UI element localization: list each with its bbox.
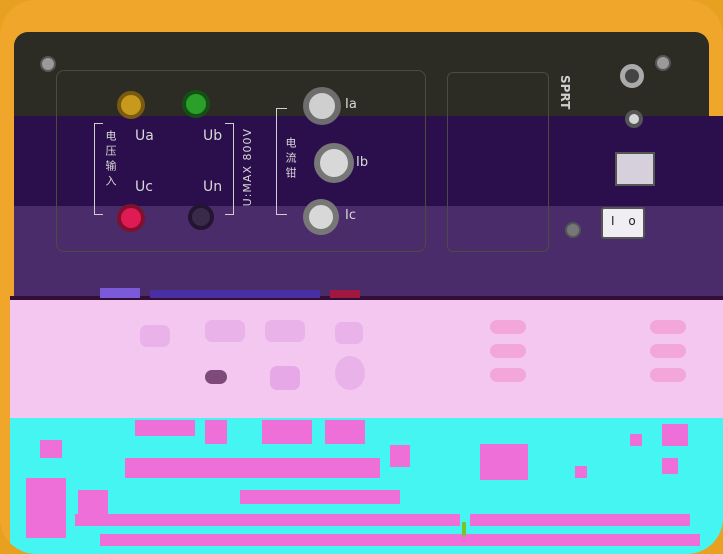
current-socket-ic[interactable] xyxy=(303,199,339,235)
label-un: Un xyxy=(203,179,223,195)
printer-compartment-outline xyxy=(447,72,549,252)
key-button[interactable] xyxy=(650,344,686,358)
power-switch[interactable]: I o xyxy=(601,207,645,239)
label-voltage-input: 电压输入 xyxy=(104,130,117,190)
key-button[interactable] xyxy=(335,322,363,344)
power-switch-label: I o xyxy=(611,214,641,228)
key-button[interactable] xyxy=(270,366,300,390)
panel-segment xyxy=(262,420,312,444)
current-socket-ib[interactable] xyxy=(314,143,354,183)
panel-segment xyxy=(205,420,227,444)
panel-segment xyxy=(575,466,587,478)
panel-segment xyxy=(662,424,688,446)
voltage-socket-un[interactable] xyxy=(188,204,214,230)
instrument-case: Ua Ub Uc Un Ia Ib Ic 电压输入 U:MAX 800V 电流钳… xyxy=(0,0,723,554)
panel-segment xyxy=(480,444,528,480)
key-button[interactable] xyxy=(650,320,686,334)
panel-segment xyxy=(78,490,108,516)
display-segment xyxy=(100,288,140,298)
panel-segment xyxy=(470,514,690,526)
key-button[interactable] xyxy=(205,370,227,384)
indicator-led xyxy=(462,522,466,536)
printer-slot[interactable] xyxy=(615,152,655,186)
bracket-voltage-right xyxy=(225,123,234,215)
label-ub: Ub xyxy=(203,128,223,144)
bracket-current xyxy=(276,108,287,215)
voltage-socket-uc[interactable] xyxy=(117,204,145,232)
screw-icon xyxy=(565,222,581,238)
panel-segment xyxy=(26,478,66,538)
label-ia: Ia xyxy=(345,97,357,112)
label-uc: Uc xyxy=(135,179,153,195)
aux-port-socket[interactable] xyxy=(620,64,644,88)
key-button[interactable] xyxy=(490,320,526,334)
label-umax: U:MAX 800V xyxy=(241,128,254,207)
panel-segment xyxy=(135,420,195,436)
key-button[interactable] xyxy=(490,368,526,382)
panel-segment xyxy=(390,445,410,467)
voltage-socket-ua[interactable] xyxy=(117,91,145,119)
display-segment xyxy=(150,290,320,298)
label-sprt: SPRT xyxy=(558,75,572,110)
voltage-socket-ub[interactable] xyxy=(182,90,210,118)
panel-segment xyxy=(125,458,380,478)
key-button[interactable] xyxy=(335,356,365,390)
panel-segment xyxy=(240,490,400,504)
panel-segment xyxy=(40,440,62,458)
current-socket-ia[interactable] xyxy=(303,87,341,125)
label-ua: Ua xyxy=(135,128,154,144)
screw-icon xyxy=(40,56,56,72)
panel-segment xyxy=(100,534,700,546)
display-segment xyxy=(330,290,360,298)
label-ic: Ic xyxy=(345,208,356,223)
label-ib: Ib xyxy=(356,155,369,170)
key-button[interactable] xyxy=(490,344,526,358)
key-button[interactable] xyxy=(140,325,170,347)
bracket-voltage xyxy=(94,123,103,215)
key-button[interactable] xyxy=(205,320,245,342)
panel-segment xyxy=(630,434,642,446)
screw-icon xyxy=(655,55,671,71)
aux-port-socket-2[interactable] xyxy=(625,110,643,128)
key-button[interactable] xyxy=(265,320,305,342)
panel-segment xyxy=(662,458,678,474)
key-button[interactable] xyxy=(650,368,686,382)
panel-segment xyxy=(325,420,365,444)
keypad-area xyxy=(10,300,723,418)
panel-segment xyxy=(75,514,460,526)
